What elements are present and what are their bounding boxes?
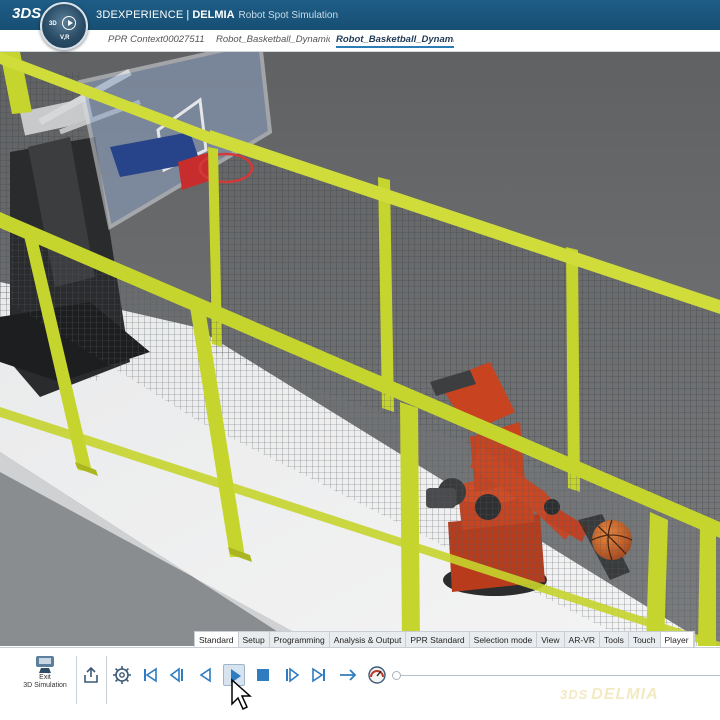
step-back-icon [169,667,183,683]
speed-gauge-icon [368,666,386,684]
watermark-logo: 3DS [560,687,589,702]
document-tab-bar: PPR Context00027511 Robot_Basketball_Dyn… [0,30,720,52]
dassault-logo: 3DS [12,5,42,22]
tab-robot-basketball-1[interactable]: Robot_Basketball_Dynamics [216,34,330,48]
toolbar-separator [106,656,107,704]
action-bar: Exit 3D Simulation [0,647,720,720]
section-tab-selection-mode[interactable]: Selection mode [470,632,538,648]
step-forward-icon [286,667,300,683]
tab-ppr-context[interactable]: PPR Context00027511 [108,34,208,48]
section-tab-ar-vr[interactable]: AR-VR [565,632,600,648]
compass-3d-label: 3D [49,21,57,27]
compass-vr-label: V,R [60,35,70,41]
timeline-slider-handle[interactable] [392,671,401,680]
section-tab-ppr-standard[interactable]: PPR Standard [406,632,470,648]
exit-label-line2: 3D Simulation [23,682,67,689]
3d-scene[interactable] [0,52,720,646]
section-tab-analysis-output[interactable]: Analysis & Output [330,632,407,648]
compass-play-icon[interactable] [62,16,76,30]
section-tab-programming[interactable]: Programming [270,632,330,648]
app-name: Robot Spot Simulation [238,10,339,21]
exit-3d-simulation-button[interactable]: Exit 3D Simulation [16,654,74,700]
loop-arrow-icon [340,669,357,681]
section-tab-touch[interactable]: Touch [629,632,661,648]
skip-to-start-button[interactable] [139,664,161,686]
step-back-button[interactable] [167,664,189,686]
delmia-watermark: 3DS DELMIA [560,686,659,704]
settings-button[interactable] [111,664,133,686]
exit-simulation-icon [33,654,57,674]
section-tab-standard[interactable]: Standard [195,632,239,648]
title-separator: | [183,9,193,21]
watermark-text: DELMIA [591,686,659,703]
toolbar-separator [76,656,77,704]
product-name: DELMIA [192,9,235,21]
share-icon [84,666,98,683]
action-bar-section-tabs: Standard Setup Programming Analysis & Ou… [194,631,695,648]
share-button[interactable] [80,664,102,686]
skip-to-end-button[interactable] [308,664,330,686]
speed-control-button[interactable] [366,664,388,686]
mouse-cursor-icon [231,678,252,711]
step-forward-button[interactable] [280,664,302,686]
play-backward-button[interactable] [195,664,217,686]
compass-icon[interactable]: 3D V,R [40,2,88,50]
timeline-track[interactable] [396,675,720,676]
tab-robot-basketball-active[interactable]: Robot_Basketball_Dynamics [336,34,454,48]
exit-label-line1: Exit [39,674,51,681]
skip-to-start-icon [144,667,157,683]
section-tab-tools[interactable]: Tools [600,632,629,648]
app-title: 3DEXPERIENCE | DELMIA Robot Spot Simulati… [96,9,338,21]
loop-mode-button[interactable] [337,664,359,686]
section-tab-view[interactable]: View [537,632,565,648]
title-bar: 3DS 3DEXPERIENCE | DELMIA Robot Spot Simu… [0,0,720,30]
play-backward-icon [199,667,211,683]
skip-to-end-icon [312,667,325,683]
section-tab-player[interactable]: Player [660,632,694,648]
3d-viewport[interactable] [0,52,720,646]
stop-icon [257,669,269,681]
brand-name: 3DEXPERIENCE [96,9,184,21]
stop-button[interactable] [252,664,274,686]
section-tab-setup[interactable]: Setup [239,632,270,648]
gear-icon [113,666,131,684]
